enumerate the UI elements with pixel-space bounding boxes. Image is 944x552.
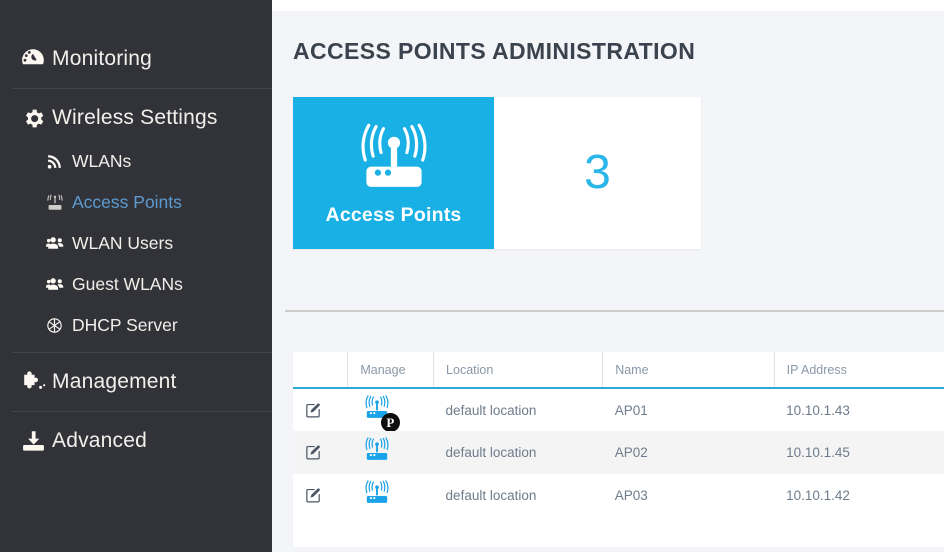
table-row[interactable]: P default location AP01 10.10.1.43 f8:b7… [293, 388, 944, 431]
sidebar-item-management[interactable]: Management [0, 359, 272, 405]
row-name: AP02 [602, 431, 775, 474]
table-row[interactable]: default location AP03 10.10.1.42 50:1c:b… [293, 474, 944, 517]
sidebar-item-label: Management [52, 370, 177, 393]
page-title: ACCESS POINTS ADMINISTRATION [293, 38, 696, 64]
top-strip [272, 0, 944, 11]
sidebar-divider [12, 352, 272, 353]
access-point-icon[interactable] [360, 437, 394, 471]
sidebar-item-label: Wireless Settings [52, 106, 218, 129]
sidebar-item-label: WLAN Users [72, 233, 174, 253]
column-header-ip-address[interactable]: IP Address [774, 352, 944, 389]
dhcp-globe-icon [46, 317, 72, 334]
row-manage-cell[interactable] [348, 474, 434, 517]
table-header: Manage Location Name IP Address AP Mac [293, 352, 944, 389]
row-location: default location [433, 431, 603, 474]
sidebar-item-label: Access Points [72, 192, 182, 212]
row-ip-address: 10.10.1.43 [786, 402, 850, 418]
table-row[interactable]: default location AP02 10.10.1.45 00:3c:1… [293, 431, 944, 474]
access-points-table-container: Manage Location Name IP Address AP Mac [293, 352, 944, 547]
sidebar-item-advanced[interactable]: Advanced [0, 418, 272, 464]
sidebar-item-guest-wlans[interactable]: Guest WLANs [0, 264, 272, 305]
sidebar-divider [12, 411, 272, 412]
row-name: AP01 [614, 402, 648, 418]
column-header-manage[interactable]: Manage [347, 352, 435, 389]
download-inbox-icon [14, 429, 52, 454]
access-point-icon[interactable] [360, 480, 394, 514]
app-root: Monitoring Wireless Settings WLANs Acces… [0, 0, 944, 552]
sidebar-item-wireless-settings[interactable]: Wireless Settings [0, 95, 272, 141]
column-header-location[interactable]: Location [433, 352, 604, 389]
row-location: default location [445, 402, 537, 418]
puzzle-piece-icon [14, 370, 52, 394]
section-divider [285, 310, 944, 312]
stat-card-icon-pane: Access Points [293, 97, 494, 249]
row-manage-cell[interactable]: P [348, 388, 434, 431]
column-header-name[interactable]: Name [602, 352, 775, 389]
column-header-edit[interactable] [293, 352, 349, 389]
access-point-router-icon [348, 117, 440, 214]
row-edit-cell[interactable] [293, 431, 348, 474]
row-ip-address: 10.10.1.45 [774, 431, 944, 474]
edit-pencil-square-icon[interactable] [305, 444, 322, 461]
sidebar-item-label: Monitoring [52, 47, 153, 70]
edit-pencil-square-icon[interactable] [305, 402, 322, 419]
sidebar-item-label: DHCP Server [72, 315, 178, 335]
sidebar: Monitoring Wireless Settings WLANs Acces… [0, 0, 272, 552]
sidebar-item-label: Advanced [52, 429, 148, 452]
table-header-row: Manage Location Name IP Address AP Mac [293, 352, 944, 389]
dashboard-icon [14, 46, 52, 72]
sidebar-item-monitoring[interactable]: Monitoring [0, 36, 272, 82]
row-edit-cell[interactable] [293, 474, 348, 517]
row-location: default location [445, 488, 537, 503]
access-point-icon [46, 193, 72, 212]
sidebar-item-label: WLANs [72, 151, 132, 171]
main-content: ACCESS POINTS ADMINISTRATION Access Poin… [272, 0, 944, 552]
row-edit-cell[interactable] [293, 388, 348, 431]
edit-pencil-square-icon[interactable] [305, 487, 322, 504]
access-points-stat-card[interactable]: Access Points 3 [293, 97, 701, 249]
row-ip-address: 10.10.1.42 [786, 488, 850, 503]
row-manage-cell[interactable] [347, 431, 434, 474]
table-body: P default location AP01 10.10.1.43 f8:b7… [293, 388, 944, 517]
users-icon [46, 275, 72, 294]
sidebar-item-wlans[interactable]: WLANs [0, 141, 272, 182]
sidebar-divider [12, 88, 272, 89]
gear-icon [14, 106, 52, 131]
wifi-signal-icon [46, 153, 72, 170]
row-name: AP03 [614, 488, 648, 503]
users-icon [46, 234, 72, 253]
stat-card-count: 3 [584, 146, 611, 199]
sidebar-item-dhcp-server[interactable]: DHCP Server [0, 305, 272, 346]
poe-badge: P [380, 412, 400, 431]
sidebar-item-access-points[interactable]: Access Points [0, 182, 272, 223]
stat-card-label: Access Points [325, 204, 462, 226]
sidebar-item-wlan-users[interactable]: WLAN Users [0, 223, 272, 264]
access-point-icon[interactable]: P [360, 394, 400, 431]
sidebar-item-label: Guest WLANs [72, 274, 183, 294]
access-points-table: Manage Location Name IP Address AP Mac [293, 352, 944, 517]
stat-card-count-pane: 3 [494, 97, 701, 249]
